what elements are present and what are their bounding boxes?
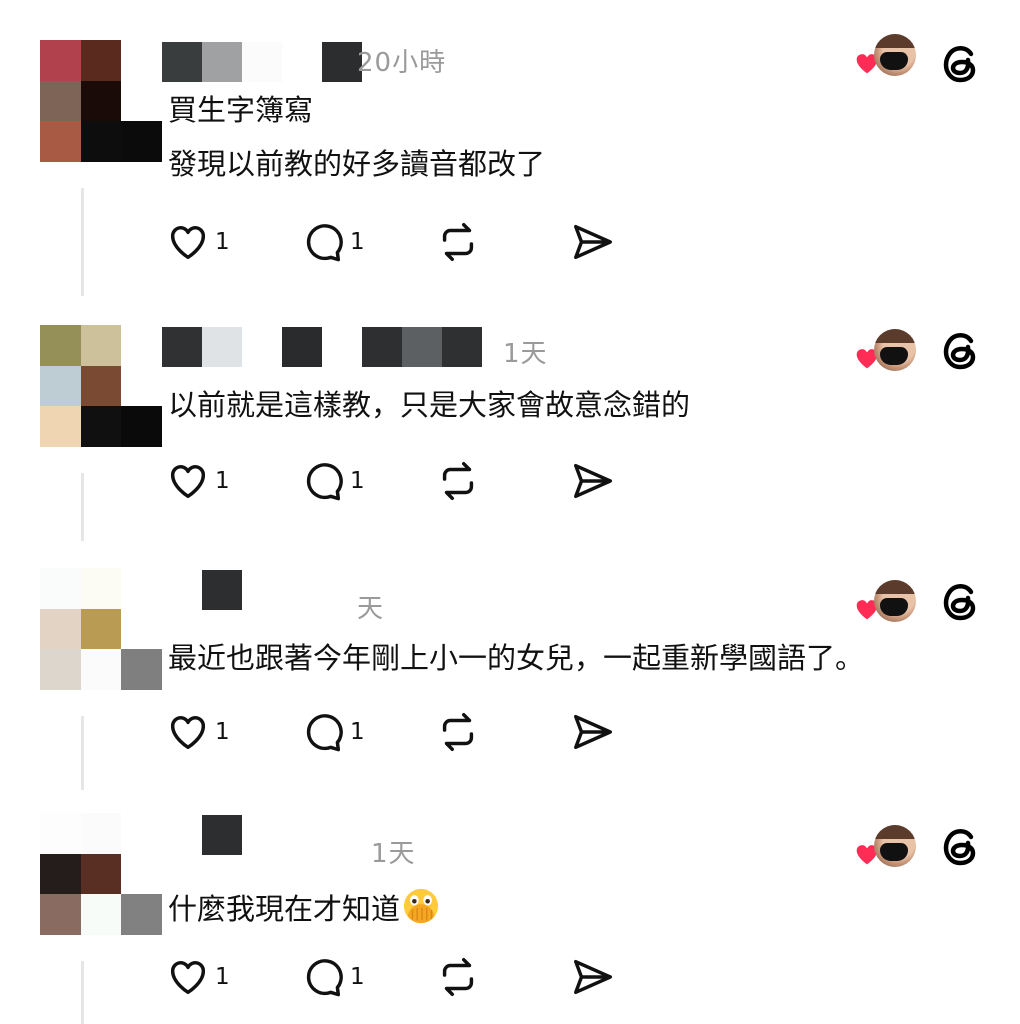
reactor-avatar — [874, 825, 916, 867]
reply-button[interactable]: 1 — [300, 709, 435, 755]
avatar[interactable] — [40, 568, 162, 690]
speech-bubble-icon — [306, 463, 343, 501]
post-text-line-1: 最近也跟著今年剛上小一的女兒，一起重新學國語了。 — [168, 641, 865, 675]
username-pixelated[interactable] — [162, 327, 482, 367]
speech-bubble-icon — [306, 714, 343, 752]
reply-count: 1 — [350, 964, 365, 990]
threads-logo-icon[interactable] — [938, 40, 982, 88]
threads-logo-icon[interactable] — [938, 578, 982, 626]
username-pixelated[interactable] — [162, 42, 362, 82]
avatar[interactable] — [40, 813, 162, 935]
thread-line — [81, 961, 84, 1024]
like-button[interactable]: 1 — [165, 954, 300, 1000]
repost-button[interactable] — [435, 709, 570, 755]
heart-outline-icon — [170, 961, 206, 995]
username-pixelated[interactable] — [162, 815, 242, 855]
liked-by-author[interactable] — [852, 34, 922, 84]
share-button[interactable] — [570, 458, 705, 504]
face-with-open-eyes-and-hand-over-mouth-icon — [403, 888, 439, 924]
action-bar: 1 1 — [165, 953, 705, 1001]
reply-count: 1 — [350, 229, 365, 255]
threads-logo-icon[interactable] — [938, 823, 982, 871]
like-button[interactable]: 1 — [165, 709, 300, 755]
like-button[interactable]: 1 — [165, 458, 300, 504]
reply-button[interactable]: 1 — [300, 219, 435, 265]
username-pixelated[interactable] — [162, 570, 242, 610]
heart-outline-icon — [170, 226, 206, 260]
like-count: 1 — [215, 468, 230, 494]
threads-logo-icon[interactable] — [938, 327, 982, 375]
post-timestamp: 1天 — [371, 839, 416, 869]
reply-button[interactable]: 1 — [300, 458, 435, 504]
repost-button[interactable] — [435, 954, 570, 1000]
reply-count: 1 — [350, 468, 365, 494]
reactor-avatar — [874, 34, 916, 76]
speech-bubble-icon — [306, 224, 343, 262]
like-count: 1 — [215, 719, 230, 745]
post-timestamp: 20小時 — [357, 48, 447, 78]
post-text-line-1: 買生字簿寫 — [168, 93, 314, 127]
thread-line — [81, 716, 84, 790]
thread-line — [81, 188, 84, 296]
repost-arrows-icon — [442, 958, 474, 996]
share-button[interactable] — [570, 709, 705, 755]
send-paper-plane-icon — [574, 463, 612, 499]
action-bar: 1 1 — [165, 457, 705, 505]
avatar[interactable] — [40, 325, 162, 447]
like-button[interactable]: 1 — [165, 219, 300, 265]
send-paper-plane-icon — [574, 959, 612, 995]
post-timestamp: 1天 — [503, 339, 548, 369]
reply-button[interactable]: 1 — [300, 954, 435, 1000]
heart-outline-icon — [170, 465, 206, 499]
liked-by-author[interactable] — [852, 580, 922, 630]
repost-arrows-icon — [442, 713, 474, 751]
post-text-line-2: 發現以前教的好多讀音都改了 — [168, 147, 546, 181]
send-paper-plane-icon — [574, 224, 612, 260]
action-bar: 1 1 — [165, 218, 705, 266]
share-button[interactable] — [570, 954, 705, 1000]
send-paper-plane-icon — [574, 714, 612, 750]
repost-button[interactable] — [435, 219, 570, 265]
avatar[interactable] — [40, 40, 162, 162]
heart-outline-icon — [170, 716, 206, 750]
post-timestamp: 天 — [357, 594, 385, 624]
reactor-avatar — [874, 329, 916, 371]
post-text: 什麼我現在才知道 — [168, 892, 401, 926]
share-button[interactable] — [570, 219, 705, 265]
liked-by-author[interactable] — [852, 825, 922, 875]
repost-button[interactable] — [435, 458, 570, 504]
reply-count: 1 — [350, 719, 365, 745]
like-count: 1 — [215, 964, 230, 990]
action-bar: 1 1 — [165, 708, 705, 756]
post-text-line-1: 什麼我現在才知道 — [168, 887, 440, 926]
thread-line — [81, 473, 84, 541]
reactor-avatar — [874, 580, 916, 622]
repost-arrows-icon — [442, 223, 474, 261]
post-text-line-1: 以前就是這樣教，只是大家會故意念錯的 — [168, 388, 691, 422]
like-count: 1 — [215, 229, 230, 255]
repost-arrows-icon — [442, 462, 474, 500]
speech-bubble-icon — [306, 959, 343, 997]
liked-by-author[interactable] — [852, 329, 922, 379]
